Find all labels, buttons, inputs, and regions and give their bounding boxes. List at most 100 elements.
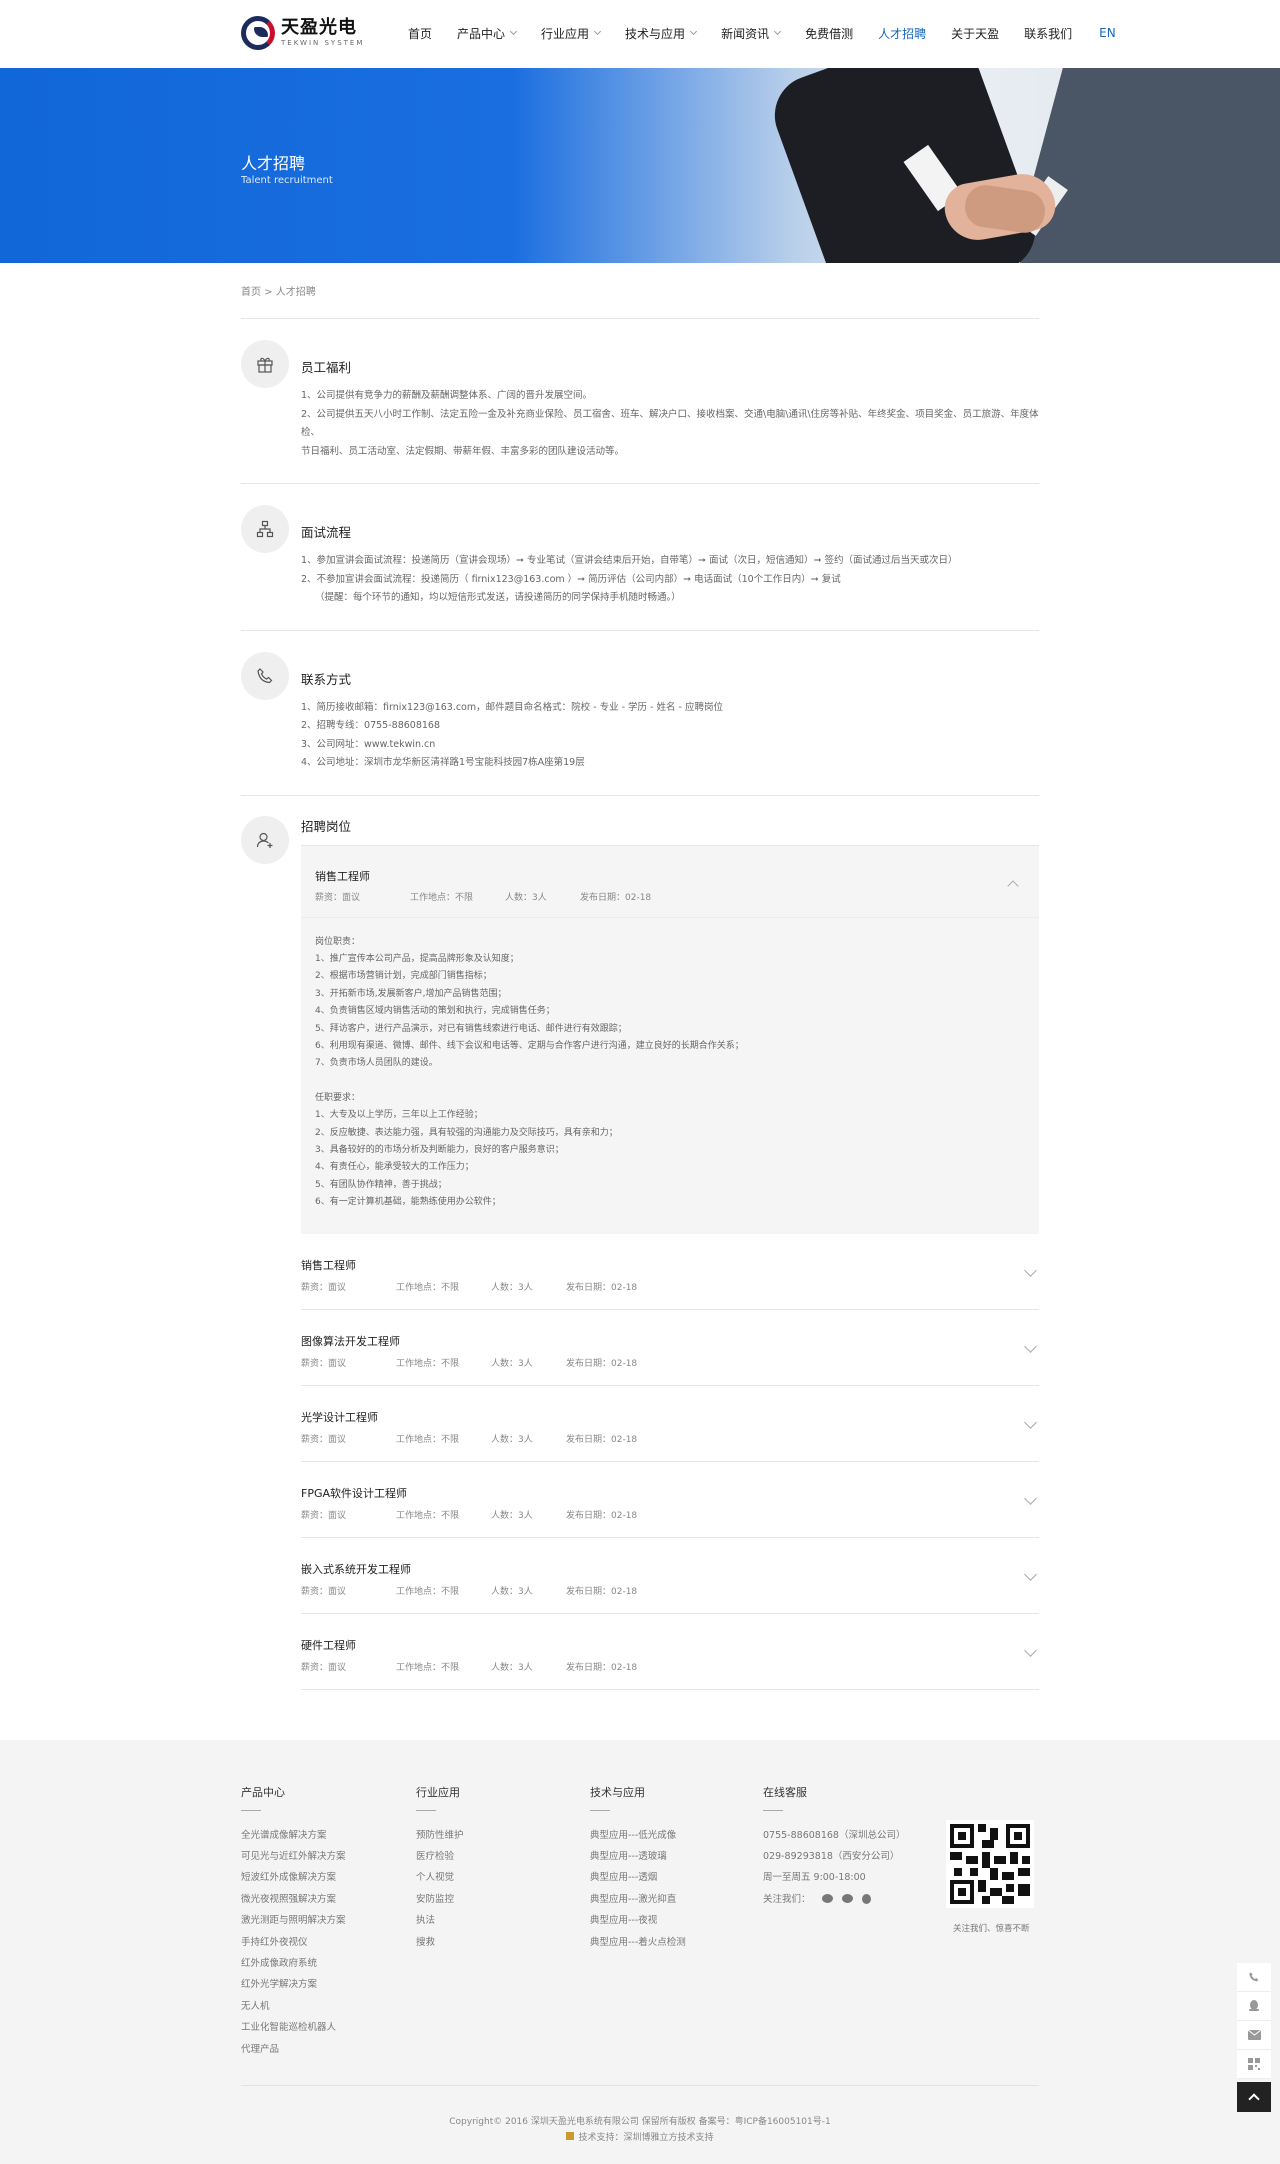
job-date: 发布日期：02-18 xyxy=(566,1282,638,1293)
footer-link[interactable]: 典型应用---激光抑直 xyxy=(590,1889,686,1910)
job-salary: 薪资：面议 xyxy=(301,1586,347,1597)
nav-item[interactable]: 行业应用 xyxy=(541,24,602,42)
footer-link[interactable]: 医疗检验 xyxy=(416,1846,464,1867)
welfare-section: 员工福利 1、公司提供有竞争力的薪酬及薪酬调整体系、广阔的晋升发展空间。 2、公… xyxy=(241,319,1039,484)
section-title: 面试流程 xyxy=(301,525,352,540)
contact-line: 3、公司网址：www.tekwin.cn xyxy=(301,738,436,750)
job-count: 人数：3人 xyxy=(491,1586,533,1597)
chevron-down-icon xyxy=(509,27,518,36)
chevron-down-icon xyxy=(774,27,782,36)
logo[interactable]: 天盈光电 TEKWIN SYSTEM xyxy=(241,16,364,50)
qr-code-icon[interactable] xyxy=(1237,2050,1271,2079)
job-detail-line: 岗位职责： xyxy=(315,936,361,947)
job-detail-line: 3、开拓新市场,发展新客户,增加产品销售范围； xyxy=(315,988,507,999)
footer-link[interactable]: 个人视觉 xyxy=(416,1867,464,1888)
footer-link[interactable]: 典型应用---低光成像 xyxy=(590,1825,686,1846)
job-title: 销售工程师 xyxy=(301,1258,356,1272)
job-item[interactable]: 光学设计工程师 薪资：面议 工作地点：不限 人数：3人 发布日期：02-18 xyxy=(301,1386,1039,1462)
job-salary: 薪资：面议 xyxy=(301,1510,347,1521)
footer-col-title: 行业应用 xyxy=(416,1785,460,1799)
footer-link[interactable]: 全光谱成像解决方案 xyxy=(241,1825,346,1846)
job-item[interactable]: 销售工程师 薪资：面议 工作地点：不限 人数：3人 发布日期：02-18 xyxy=(301,1234,1039,1310)
job-title: FPGA软件设计工程师 xyxy=(301,1486,408,1500)
nav-item[interactable]: 关于天盈 xyxy=(951,24,999,42)
footer-link[interactable]: 激光测距与照明解决方案 xyxy=(241,1910,346,1931)
qq-icon[interactable] xyxy=(1237,1992,1271,2021)
email-icon[interactable] xyxy=(1237,2021,1271,2050)
footer-link[interactable]: 代理产品 xyxy=(241,2039,346,2060)
footer-link[interactable]: 搜救 xyxy=(416,1932,464,1953)
side-toolbar xyxy=(1237,1963,1271,2079)
nav-item[interactable]: 产品中心 xyxy=(457,24,518,42)
nav-item[interactable]: 联系我们 xyxy=(1024,24,1072,42)
footer-link[interactable]: 典型应用---透玻璃 xyxy=(590,1846,686,1867)
footer-col-title: 技术与应用 xyxy=(590,1785,645,1799)
follow-us: 关注我们： xyxy=(763,1889,905,1910)
footer-link[interactable]: 可见光与近红外解决方案 xyxy=(241,1846,346,1867)
interview-line: 2、不参加宣讲会面试流程：投递简历（ firnix123@163.com ）➞ … xyxy=(301,573,841,585)
chevron-down-icon xyxy=(594,27,602,36)
job-item[interactable]: 图像算法开发工程师 薪资：面议 工作地点：不限 人数：3人 发布日期：02-18 xyxy=(301,1310,1039,1386)
footer-link[interactable]: 典型应用---着火点检测 xyxy=(590,1932,686,1953)
job-count: 人数：3人 xyxy=(505,892,547,903)
jobs-section: 招聘岗位 销售工程师 薪资：面议 工作地点：不限 人数：3人 发布日期：02-1… xyxy=(241,815,1039,1690)
section-title: 员工福利 xyxy=(301,360,352,375)
footer-link[interactable]: 典型应用---透烟 xyxy=(590,1867,686,1888)
job-date: 发布日期：02-18 xyxy=(566,1358,638,1369)
add-user-icon xyxy=(241,815,289,864)
job-location: 工作地点：不限 xyxy=(396,1662,460,1673)
nav-item[interactable]: 人才招聘 xyxy=(878,24,926,42)
job-title: 硬件工程师 xyxy=(301,1638,356,1652)
breadcrumb[interactable]: 首页 > 人才招聘 xyxy=(241,263,1039,319)
footer-link[interactable]: 红外成像政府系统 xyxy=(241,1953,346,1974)
nav-item-label: 免费借测 xyxy=(805,26,854,41)
nav-item[interactable]: 首页 xyxy=(408,24,432,42)
job-detail-line xyxy=(315,1073,1025,1090)
chevron-up-icon xyxy=(1248,2093,1260,2105)
service-hours: 周一至周五 9:00-18:00 xyxy=(763,1872,866,1884)
job-salary: 薪资：面议 xyxy=(301,1434,347,1445)
site-footer: 产品中心 全光谱成像解决方案 可见光与近红外解决方案 短波红外成像解决方案 微光夜视照… xyxy=(0,1739,1280,2164)
qq-icon[interactable] xyxy=(861,1894,871,1905)
banner-image-suit xyxy=(1007,68,1280,263)
service-phone-sz: 0755-88608168（深圳总公司） xyxy=(763,1829,906,1841)
footer-link[interactable]: 微光夜视照强解决方案 xyxy=(241,1889,346,1910)
interview-section: 面试流程 1、参加宣讲会面试流程：投递简历（宣讲会现场）➞ 专业笔试（宣讲会结束… xyxy=(241,484,1039,631)
contact-line: 1、简历接收邮箱：firnix123@163.com，邮件题目命名格式：院校 -… xyxy=(301,701,723,713)
job-item[interactable]: FPGA软件设计工程师 薪资：面议 工作地点：不限 人数：3人 发布日期：02-18 xyxy=(301,1462,1039,1538)
job-item[interactable]: 硬件工程师 薪资：面议 工作地点：不限 人数：3人 发布日期：02-18 xyxy=(301,1614,1039,1690)
job-item[interactable]: 嵌入式系统开发工程师 薪资：面议 工作地点：不限 人数：3人 发布日期：02-18 xyxy=(301,1538,1039,1614)
footer-link[interactable]: 工业化智能巡检机器人 xyxy=(241,2017,346,2038)
weibo-icon[interactable] xyxy=(821,1894,833,1904)
welfare-line: 1、公司提供有竞争力的薪酬及薪酬调整体系、广阔的晋升发展空间。 xyxy=(301,390,593,401)
job-detail-line: 2、反应敏捷、表达能力强，具有较强的沟通能力及交际技巧，具有亲和力； xyxy=(315,1127,618,1138)
footer-link[interactable]: 短波红外成像解决方案 xyxy=(241,1867,346,1888)
main-content: 首页 > 人才招聘 员工福利 1、公司提供有竞争力的薪酬及薪酬调整体系、广阔的晋… xyxy=(241,263,1039,1690)
nav-item[interactable]: 新闻资讯 xyxy=(721,24,782,42)
footer-link[interactable]: 手持红外夜视仪 xyxy=(241,1932,346,1953)
footer-col-title: 在线客服 xyxy=(763,1785,807,1799)
footer-link[interactable]: 安防监控 xyxy=(416,1889,464,1910)
phone-icon[interactable] xyxy=(1237,1963,1271,1992)
job-salary: 薪资：面议 xyxy=(301,1282,347,1293)
job-count: 人数：3人 xyxy=(491,1662,533,1673)
back-to-top-button[interactable] xyxy=(1237,2082,1271,2112)
footer-link[interactable]: 典型应用---夜视 xyxy=(590,1910,686,1931)
support-text: 技术支持：深圳博雅立方技术支持 xyxy=(578,2132,714,2143)
footer-link[interactable]: 预防性维护 xyxy=(416,1825,464,1846)
logo-mark-icon xyxy=(241,16,275,50)
service-phone-xa: 029-89293818（西安分公司） xyxy=(763,1851,900,1862)
job-date: 发布日期：02-18 xyxy=(566,1510,638,1521)
wechat-icon[interactable] xyxy=(841,1894,853,1904)
job-detail-line: 4、有责任心，能承受较大的工作压力； xyxy=(315,1162,474,1173)
footer-link[interactable]: 无人机 xyxy=(241,1996,346,2017)
nav-item[interactable]: 免费借测 xyxy=(805,24,853,42)
footer-col-title: 产品中心 xyxy=(241,1785,285,1799)
nav-item[interactable]: 技术与应用 xyxy=(625,24,698,42)
footer-link[interactable]: 执法 xyxy=(416,1910,464,1931)
footer-link[interactable]: 红外光学解决方案 xyxy=(241,1974,346,1995)
job-item-expanded[interactable]: 销售工程师 薪资：面议 工作地点：不限 人数：3人 发布日期：02-18 岗位职… xyxy=(301,844,1039,1234)
nav-item-label: 联系我们 xyxy=(1024,26,1073,41)
language-switch[interactable]: EN xyxy=(1099,24,1116,42)
contact-line: 4、公司地址：深圳市龙华新区清祥路1号宝能科技园7栋A座第19层 xyxy=(301,757,585,768)
